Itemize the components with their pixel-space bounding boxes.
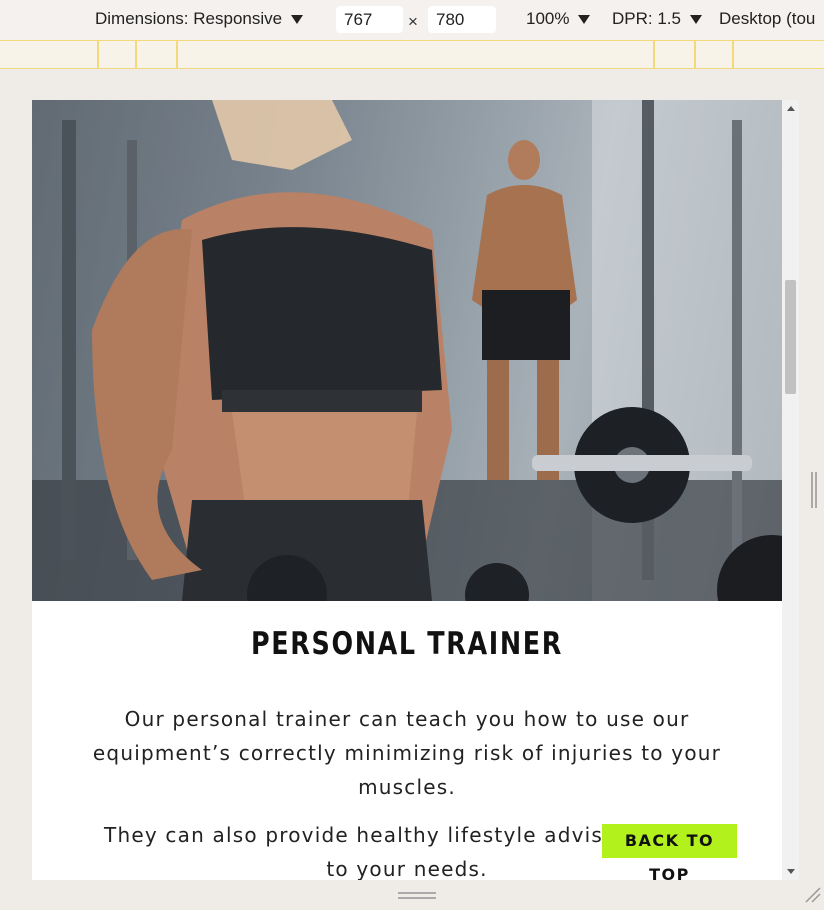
dimensions-dropdown[interactable]: Dimensions: Responsive [95,9,304,29]
times-icon: × [408,12,418,31]
device-toolbar: Dimensions: Responsive 767 × 780 100% DP… [0,0,824,40]
media-query-marker[interactable] [176,41,178,69]
media-query-marker[interactable] [694,41,696,69]
media-query-marker[interactable] [135,41,137,69]
dimensions-label: Dimensions: Responsive [95,9,283,28]
media-query-marker[interactable] [653,41,655,69]
media-query-bar[interactable] [0,40,824,69]
personal-trainer-photo [32,100,782,601]
chevron-down-icon [578,14,591,24]
chevron-down-icon [291,14,304,24]
width-input[interactable]: 767 [336,6,403,33]
chevron-down-icon [689,14,702,24]
device-mode-label: Desktop (tou [719,9,816,28]
media-query-marker[interactable] [97,41,99,69]
zoom-dropdown[interactable]: 100% [526,9,591,29]
back-to-top-button[interactable]: BACK TO TOP [602,824,737,880]
resize-handle-bottom[interactable] [398,892,436,899]
vertical-scrollbar[interactable] [782,100,799,880]
page-title: PERSONAL TRAINER [251,626,563,662]
page-viewport: PERSONAL TRAINER Our personal trainer ca… [32,100,782,880]
dpr-dropdown[interactable]: DPR: 1.5 [612,9,702,29]
description-paragraph: Our personal trainer can teach you how t… [92,707,722,799]
zoom-label: 100% [526,9,570,28]
resize-handle-right[interactable] [811,472,817,508]
height-input[interactable]: 780 [428,6,496,33]
dpr-label: DPR: 1.5 [612,9,681,28]
device-mode-dropdown[interactable]: Desktop (tou [719,9,815,29]
arrow-up-icon[interactable] [787,106,795,111]
media-query-marker[interactable] [732,41,734,69]
arrow-down-icon[interactable] [787,869,795,874]
resize-handle-icon[interactable] [804,886,822,904]
scrollbar-thumb[interactable] [785,280,796,394]
